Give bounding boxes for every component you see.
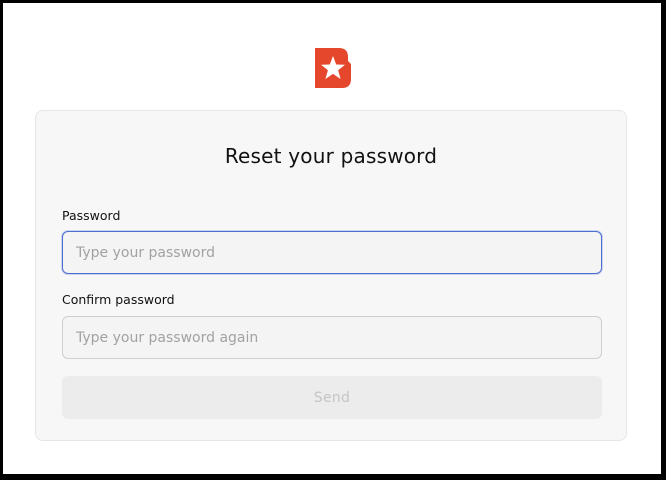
send-button[interactable]: Send (62, 376, 602, 419)
page-title: Reset your password (224, 144, 438, 168)
beacons-logo-icon (315, 48, 351, 88)
reset-password-card: Reset your password Password Confirm pas… (35, 110, 627, 441)
password-label: Password (62, 208, 121, 223)
password-input[interactable] (62, 231, 602, 274)
app-window: Reset your password Password Confirm pas… (3, 3, 661, 474)
confirm-password-label: Confirm password (62, 292, 175, 307)
confirm-password-input[interactable] (62, 316, 602, 359)
